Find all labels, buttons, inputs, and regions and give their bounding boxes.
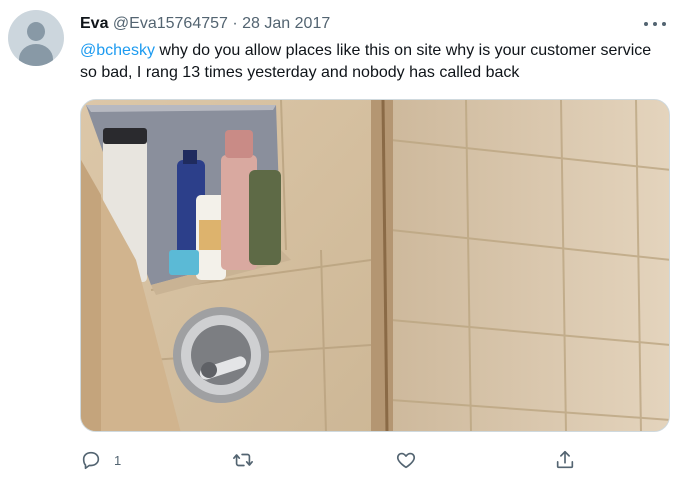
avatar-head	[27, 22, 45, 41]
reply-count: 1	[114, 452, 122, 468]
mention-link[interactable]: @bchesky	[80, 42, 155, 59]
author-handle[interactable]: @Eva15764757	[113, 15, 228, 32]
reply-icon	[82, 451, 100, 470]
tweet-date[interactable]: 28 Jan 2017	[242, 15, 330, 32]
retweet-icon	[233, 453, 253, 467]
share-button[interactable]	[554, 446, 576, 474]
tweet-media-photo[interactable]	[80, 99, 670, 432]
tweet-header: Eva @Eva15764757 · 28 Jan 2017	[80, 14, 330, 34]
bathroom-photo	[81, 100, 669, 431]
avatar-body	[19, 44, 53, 66]
more-icon[interactable]	[644, 14, 666, 34]
tweet-actions: 1	[80, 446, 590, 474]
reply-button[interactable]: 1	[80, 446, 121, 474]
avatar[interactable]	[8, 10, 64, 66]
share-icon	[556, 450, 574, 469]
more-dot	[662, 22, 666, 26]
heart-icon	[396, 452, 416, 469]
separator-dot: ·	[232, 15, 238, 32]
more-dot	[653, 22, 657, 26]
like-button[interactable]	[395, 446, 429, 474]
retweet-button[interactable]	[232, 446, 266, 474]
more-dot	[644, 22, 648, 26]
author-name[interactable]: Eva	[80, 15, 108, 32]
tweet: Eva @Eva15764757 · 28 Jan 2017 @bchesky …	[0, 0, 680, 486]
tweet-body: why do you allow places like this on sit…	[80, 42, 652, 81]
tweet-text: @bchesky why do you allow places like th…	[80, 40, 660, 84]
